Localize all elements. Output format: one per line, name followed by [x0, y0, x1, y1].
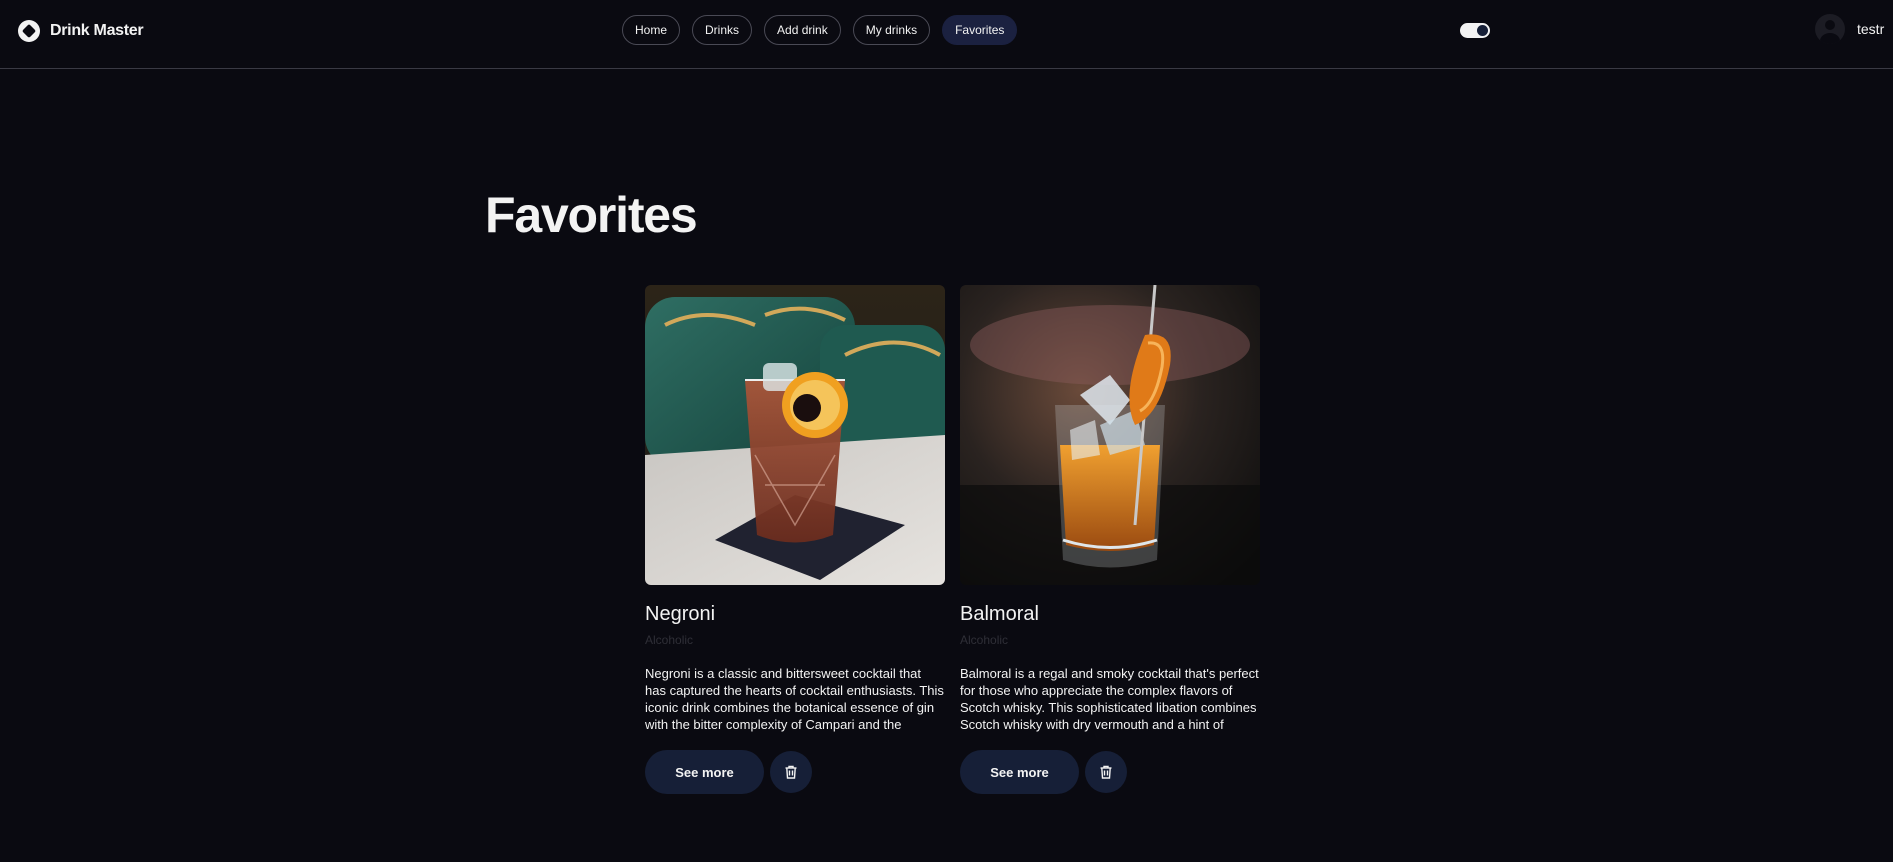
toggle-knob — [1477, 25, 1488, 36]
drink-description: Negroni is a classic and bittersweet coc… — [645, 666, 944, 732]
nav-my-drinks[interactable]: My drinks — [852, 15, 931, 45]
app-name: Drink Master — [50, 22, 144, 39]
balmoral-photo[interactable] — [960, 285, 1260, 585]
main-nav: Home Drinks Add drink My drinks Favorite… — [622, 15, 1018, 45]
nav-add-drink[interactable]: Add drink — [764, 15, 841, 45]
trash-icon — [1100, 765, 1112, 779]
trash-icon — [785, 765, 797, 779]
see-more-button[interactable]: See more — [960, 750, 1079, 794]
nav-favorites[interactable]: Favorites — [942, 15, 1018, 45]
drink-category: Alcoholic — [960, 633, 1009, 647]
see-more-button[interactable]: See more — [645, 750, 764, 794]
nav-drinks[interactable]: Drinks — [692, 15, 753, 45]
remove-favorite-button[interactable] — [770, 751, 812, 793]
drink-title: Balmoral — [960, 603, 1039, 625]
username: testr — [1857, 21, 1885, 37]
drink-title: Negroni — [645, 603, 716, 625]
theme-toggle[interactable] — [1460, 23, 1490, 38]
user-menu[interactable]: testr — [1815, 14, 1884, 44]
nav-home[interactable]: Home — [622, 15, 681, 45]
drink-card: Balmoral Alcoholic Balmoral is a regal a… — [960, 285, 1260, 794]
negroni-photo[interactable] — [645, 285, 945, 585]
top-header: Drink Master Home Drinks Add drink My dr… — [0, 0, 1893, 69]
app-logo[interactable]: Drink Master — [18, 20, 144, 42]
avatar-icon — [1815, 14, 1845, 44]
page-title: Favorites — [485, 187, 698, 243]
drink-description: Balmoral is a regal and smoky cocktail t… — [960, 666, 1259, 732]
card-actions: See more — [960, 750, 1260, 794]
drink-category: Alcoholic — [645, 633, 694, 647]
logo-icon — [18, 20, 40, 42]
remove-favorite-button[interactable] — [1085, 751, 1127, 793]
card-actions: See more — [645, 750, 945, 794]
drink-card: Negroni Alcoholic Negroni is a classic a… — [645, 285, 945, 794]
